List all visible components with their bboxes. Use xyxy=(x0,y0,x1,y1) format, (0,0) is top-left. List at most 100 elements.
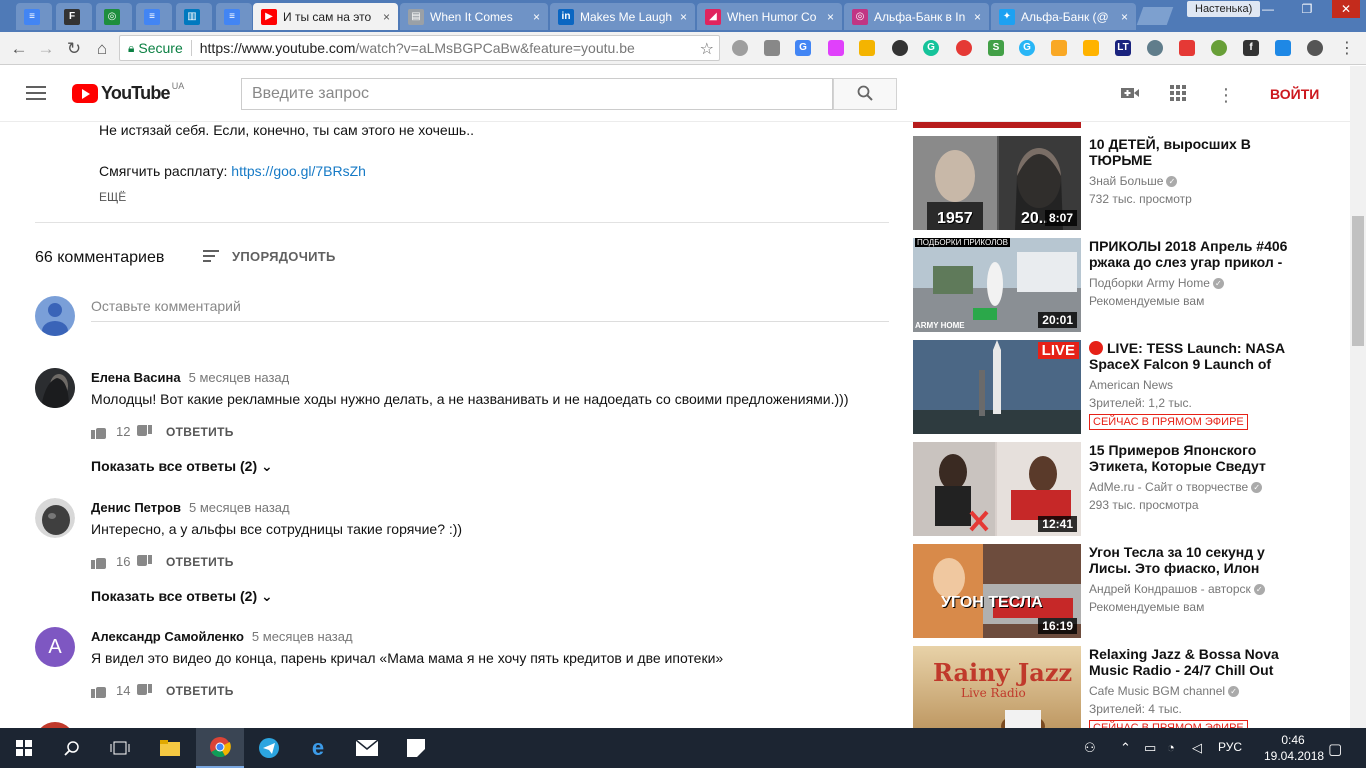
sort-button[interactable]: УПОРЯДОЧИТЬ xyxy=(232,249,336,264)
browser-tab[interactable]: ◢ When Humor Co × xyxy=(697,3,842,30)
face-extension-icon[interactable] xyxy=(1211,40,1227,56)
video-title[interactable]: Relaxing Jazz & Bossa Nova Music Radio -… xyxy=(1089,646,1289,678)
show-replies-button[interactable]: Показать все ответы (2) ⌄ xyxy=(91,588,273,605)
tab-close-icon[interactable]: × xyxy=(383,10,390,24)
windows-start-icon[interactable] xyxy=(0,728,48,768)
description-link[interactable]: https://goo.gl/7BRsZh xyxy=(231,163,366,179)
speed-extension-icon[interactable] xyxy=(892,40,908,56)
opera-extension-icon[interactable] xyxy=(956,40,972,56)
timer-extension-icon[interactable] xyxy=(1307,40,1323,56)
browser-tab[interactable]: ≡ xyxy=(16,3,52,30)
recommended-video[interactable]: 12:41 15 Примеров Японского Этикета, Кот… xyxy=(913,442,1350,538)
mail-icon[interactable] xyxy=(343,728,391,768)
volume-icon[interactable]: ◁ xyxy=(1192,740,1202,756)
system-clock[interactable]: 0:46 19.04.2018 xyxy=(1264,732,1324,764)
tab-close-icon[interactable]: × xyxy=(974,10,981,24)
browser-tab[interactable]: ▤ When It Comes × xyxy=(400,3,548,30)
sign-in-button[interactable]: ВОЙТИ xyxy=(1270,86,1319,102)
comment-time[interactable]: 5 месяцев назад xyxy=(189,370,290,385)
mail-extension-icon[interactable] xyxy=(1051,40,1067,56)
search-icon[interactable] xyxy=(48,728,96,768)
recommended-video[interactable]: 1957 20.. 8:07 10 ДЕТЕЙ, выросших В ТЮРЬ… xyxy=(913,136,1350,232)
comment-author[interactable]: Денис Петров 5 месяцев назад xyxy=(91,500,290,515)
video-thumbnail[interactable]: LIVE xyxy=(913,340,1081,434)
comment-author[interactable]: Елена Васина 5 месяцев назад xyxy=(91,370,289,385)
browser-tab[interactable]: in Makes Me Laugh × xyxy=(550,3,695,30)
page-scrollbar[interactable] xyxy=(1350,66,1366,728)
language-indicator[interactable]: РУС xyxy=(1218,740,1242,754)
apps-grid-icon[interactable] xyxy=(1167,84,1189,106)
globe-extension-icon[interactable] xyxy=(732,40,748,56)
tab-close-icon[interactable]: × xyxy=(1121,10,1128,24)
translate-extension-icon[interactable]: G xyxy=(795,40,811,56)
recommended-video[interactable]: Rainy Jazz Live Radio Relaxing Jazz & Bo… xyxy=(913,646,1350,728)
browser-menu-icon[interactable]: ⋮ xyxy=(1336,38,1358,60)
recommended-video[interactable]: УГОН ТЕСЛА 16:19 Угон Тесла за 10 секунд… xyxy=(913,544,1350,640)
channel-name[interactable]: American News xyxy=(1089,378,1173,392)
sticky-notes-icon[interactable] xyxy=(392,728,440,768)
browser-tab[interactable]: ≡ xyxy=(136,3,172,30)
close-window-button[interactable]: ✕ xyxy=(1332,0,1360,18)
screen-extension-icon[interactable] xyxy=(1275,40,1291,56)
recommended-video[interactable]: LIVE LIVE: TESS Launch: NASA SpaceX Falc… xyxy=(913,340,1350,436)
chrome-icon[interactable] xyxy=(196,728,244,768)
browser-tab[interactable]: ▥ xyxy=(176,3,212,30)
people-icon[interactable]: ⚇ xyxy=(1084,740,1096,756)
video-thumbnail[interactable]: 1957 20.. 8:07 xyxy=(913,136,1081,230)
grid-extension-icon[interactable] xyxy=(1083,40,1099,56)
search-input[interactable]: Введите запрос xyxy=(241,78,833,110)
paw-extension-icon[interactable] xyxy=(764,40,780,56)
browser-tab[interactable]: ≡ xyxy=(216,3,252,30)
add-comment-input[interactable]: Оставьте комментарий xyxy=(91,298,889,322)
video-title[interactable]: 15 Примеров Японского Этикета, Которые С… xyxy=(1089,442,1289,474)
reply-button[interactable]: ОТВЕТИТЬ xyxy=(166,425,234,439)
youtube-logo[interactable]: YouTube UA xyxy=(72,81,184,104)
tab-close-icon[interactable]: × xyxy=(827,10,834,24)
video-title[interactable]: Угон Тесла за 10 секунд у Лисы. Это фиас… xyxy=(1089,544,1289,576)
video-thumbnail[interactable]: ПОДБОРКИ ПРИКОЛОВ ARMY HOME 20:01 xyxy=(913,238,1081,332)
lt-extension-icon[interactable]: LT xyxy=(1115,40,1131,56)
home-icon[interactable]: ⌂ xyxy=(91,38,113,60)
battery-icon[interactable]: ▭ xyxy=(1144,740,1156,756)
video-title[interactable]: LIVE: TESS Launch: NASA SpaceX Falcon 9 … xyxy=(1089,340,1289,372)
video-thumbnail[interactable] xyxy=(913,122,1081,128)
video-thumbnail[interactable]: Rainy Jazz Live Radio xyxy=(913,646,1081,728)
show-more-button[interactable]: ЕЩЁ xyxy=(99,190,126,204)
channel-name[interactable]: Андрей Кондрашов - авторск ✓ xyxy=(1089,582,1265,596)
video-title[interactable]: 10 ДЕТЕЙ, выросших В ТЮРЬМЕ xyxy=(1089,136,1289,168)
search-button[interactable] xyxy=(833,78,897,110)
comment-time[interactable]: 5 месяцев назад xyxy=(189,500,290,515)
avatar[interactable] xyxy=(35,368,75,408)
video-title[interactable]: ПРИКОЛЫ 2018 Апрель #406 ржака до слез у… xyxy=(1089,238,1289,270)
reply-button[interactable]: ОТВЕТИТЬ xyxy=(166,684,234,698)
dislike-icon[interactable] xyxy=(136,554,152,569)
comment-time[interactable]: 5 месяцев назад xyxy=(252,629,353,644)
chevron-up-icon[interactable]: ⌃ xyxy=(1120,740,1131,756)
like-icon[interactable] xyxy=(91,684,107,698)
s-extension-icon[interactable]: S xyxy=(988,40,1004,56)
browser-tab[interactable]: ▶ И ты сам на это × xyxy=(253,3,398,30)
g-extension-icon[interactable]: G xyxy=(1019,40,1035,56)
reload-icon[interactable]: ↻ xyxy=(63,38,85,60)
channel-name[interactable]: Знай Больше ✓ xyxy=(1089,174,1178,188)
video-thumbnail[interactable]: 12:41 xyxy=(913,442,1081,536)
like-icon[interactable] xyxy=(91,555,107,569)
settings-more-icon[interactable]: ⋮ xyxy=(1215,84,1237,106)
avatar[interactable] xyxy=(35,498,75,538)
file-explorer-icon[interactable] xyxy=(146,728,194,768)
scrollbar-thumb[interactable] xyxy=(1352,216,1364,346)
comment-author[interactable]: Александр Самойленко 5 месяцев назад xyxy=(91,629,353,644)
profile-button[interactable]: Настенька) xyxy=(1187,1,1261,17)
dislike-icon[interactable] xyxy=(136,424,152,439)
maximize-button[interactable]: ❐ xyxy=(1293,0,1321,18)
forward-icon[interactable]: → xyxy=(35,38,57,60)
notifications-icon[interactable]: ▢ xyxy=(1328,740,1342,758)
pink-extension-icon[interactable] xyxy=(828,40,844,56)
browser-tab[interactable]: ✦ Альфа-Банк (@ × xyxy=(991,3,1136,30)
recommended-video[interactable]: ПОДБОРКИ ПРИКОЛОВ ARMY HOME 20:01 ПРИКОЛ… xyxy=(913,238,1350,334)
upload-video-icon[interactable] xyxy=(1119,84,1141,106)
channel-name[interactable]: Подборки Army Home ✓ xyxy=(1089,276,1224,290)
minimize-button[interactable]: — xyxy=(1254,0,1282,18)
dislike-icon[interactable] xyxy=(136,683,152,698)
browser-tab[interactable]: ◎ xyxy=(96,3,132,30)
